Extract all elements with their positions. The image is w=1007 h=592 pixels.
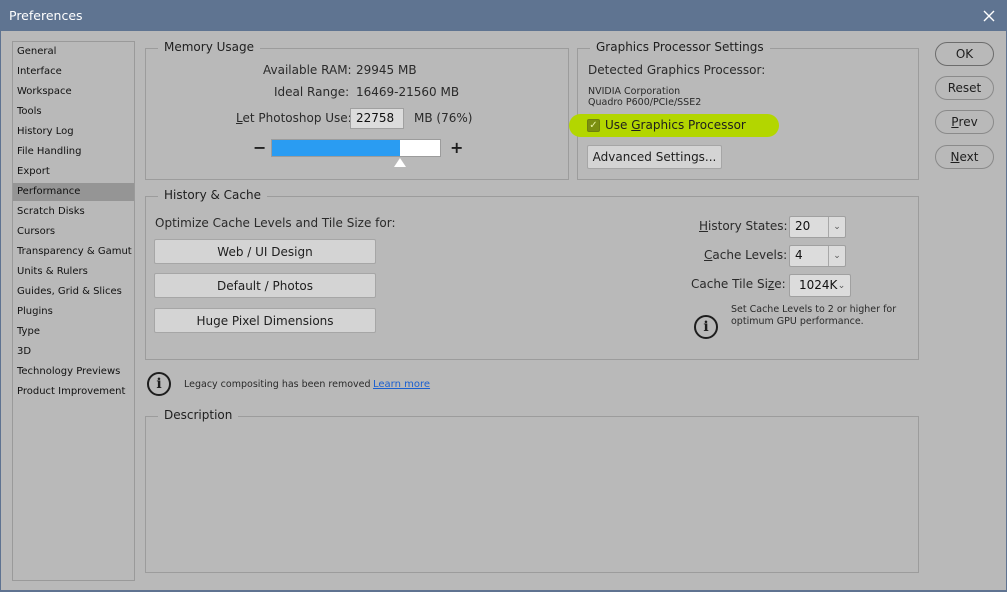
preset-web-ui-button[interactable]: Web / UI Design [154, 239, 376, 264]
window-title: Preferences [9, 8, 83, 23]
sidebar-item-interface[interactable]: Interface [13, 63, 134, 81]
cache-levels-select[interactable]: 4 ⌄ [789, 245, 846, 267]
title-bar: Preferences [0, 0, 1007, 31]
description-legend: Description [158, 408, 239, 422]
cache-note-line2: optimum GPU performance. [731, 316, 864, 327]
preset-huge-pixel-button[interactable]: Huge Pixel Dimensions [154, 308, 376, 333]
close-button[interactable] [971, 0, 1007, 31]
gpu-vendor: NVIDIA Corporation [588, 86, 681, 97]
info-icon: i [147, 372, 171, 396]
history-states-select[interactable]: 20 ⌄ [789, 216, 846, 238]
preset-default-photos-button[interactable]: Default / Photos [154, 273, 376, 298]
use-gpu-label[interactable]: Use Graphics Processor [605, 118, 746, 132]
available-ram-label: Available RAM: [263, 63, 352, 77]
cache-note-line1: Set Cache Levels to 2 or higher for [731, 304, 897, 315]
sidebar-item-performance[interactable]: Performance [13, 183, 134, 201]
reset-button[interactable]: Reset [935, 76, 994, 100]
gpu-model: Quadro P600/PCIe/SSE2 [588, 97, 702, 108]
history-states-label: History States: [699, 219, 788, 233]
optimize-label: Optimize Cache Levels and Tile Size for: [155, 216, 396, 230]
sidebar-item-transparency-gamut[interactable]: Transparency & Gamut [13, 243, 134, 261]
increase-memory-button[interactable]: + [450, 138, 463, 157]
next-button[interactable]: Next [935, 145, 994, 169]
category-list[interactable]: General Interface Workspace Tools History Lo… [12, 41, 135, 581]
memory-slider[interactable] [271, 139, 441, 157]
info-icon: i [694, 315, 718, 339]
close-icon [983, 10, 995, 21]
sidebar-item-history-log[interactable]: History Log [13, 123, 134, 141]
memory-slider-fill [272, 140, 400, 156]
legacy-message: Legacy compositing has been removed [184, 379, 371, 390]
history-cache-legend: History & Cache [158, 188, 267, 202]
sidebar-item-workspace[interactable]: Workspace [13, 83, 134, 101]
cache-levels-label: Cache Levels: [704, 248, 788, 262]
sidebar-item-file-handling[interactable]: File Handling [13, 143, 134, 161]
sidebar-item-cursors[interactable]: Cursors [13, 223, 134, 241]
memory-slider-thumb[interactable] [394, 158, 406, 167]
chevron-down-icon: ⌄ [837, 280, 846, 291]
preferences-dialog: General Interface Workspace Tools History Lo… [1, 31, 1006, 590]
memory-usage-legend: Memory Usage [158, 40, 261, 54]
photoshop-use-unit: MB (76%) [414, 111, 473, 125]
decrease-memory-button[interactable]: − [253, 138, 266, 157]
chevron-down-icon: ⌄ [828, 217, 845, 237]
ok-button[interactable]: OK [935, 42, 994, 66]
cache-tile-size-label: Cache Tile Size: [691, 277, 786, 291]
photoshop-use-label: Let Photoshop Use: [236, 111, 352, 125]
ideal-range-value: 16469-21560 MB [356, 85, 460, 99]
sidebar-item-3d[interactable]: 3D [13, 343, 134, 361]
use-gpu-checkbox[interactable]: ✓ [587, 119, 600, 132]
learn-more-link[interactable]: Learn more [373, 379, 430, 390]
detected-gpu-label: Detected Graphics Processor: [588, 63, 766, 77]
photoshop-use-input[interactable]: 22758 [350, 108, 404, 129]
sidebar-item-scratch-disks[interactable]: Scratch Disks [13, 203, 134, 221]
description-group: Description [145, 408, 919, 573]
sidebar-item-guides-grid-slices[interactable]: Guides, Grid & Slices [13, 283, 134, 301]
sidebar-item-technology-previews[interactable]: Technology Previews [13, 363, 134, 381]
sidebar-item-plugins[interactable]: Plugins [13, 303, 134, 321]
cache-tile-size-select[interactable]: 1024K ⌄ [789, 274, 851, 297]
chevron-down-icon: ⌄ [828, 246, 845, 266]
prev-button[interactable]: Prev [935, 110, 994, 134]
ideal-range-label: Ideal Range: [274, 85, 350, 99]
available-ram-value: 29945 MB [356, 63, 417, 77]
sidebar-item-general[interactable]: General [13, 43, 134, 61]
sidebar-item-units-rulers[interactable]: Units & Rulers [13, 263, 134, 281]
graphics-processor-legend: Graphics Processor Settings [590, 40, 770, 54]
advanced-settings-button[interactable]: Advanced Settings... [587, 145, 722, 169]
sidebar-item-tools[interactable]: Tools [13, 103, 134, 121]
sidebar-item-product-improvement[interactable]: Product Improvement [13, 383, 134, 401]
sidebar-item-export[interactable]: Export [13, 163, 134, 181]
sidebar-item-type[interactable]: Type [13, 323, 134, 341]
